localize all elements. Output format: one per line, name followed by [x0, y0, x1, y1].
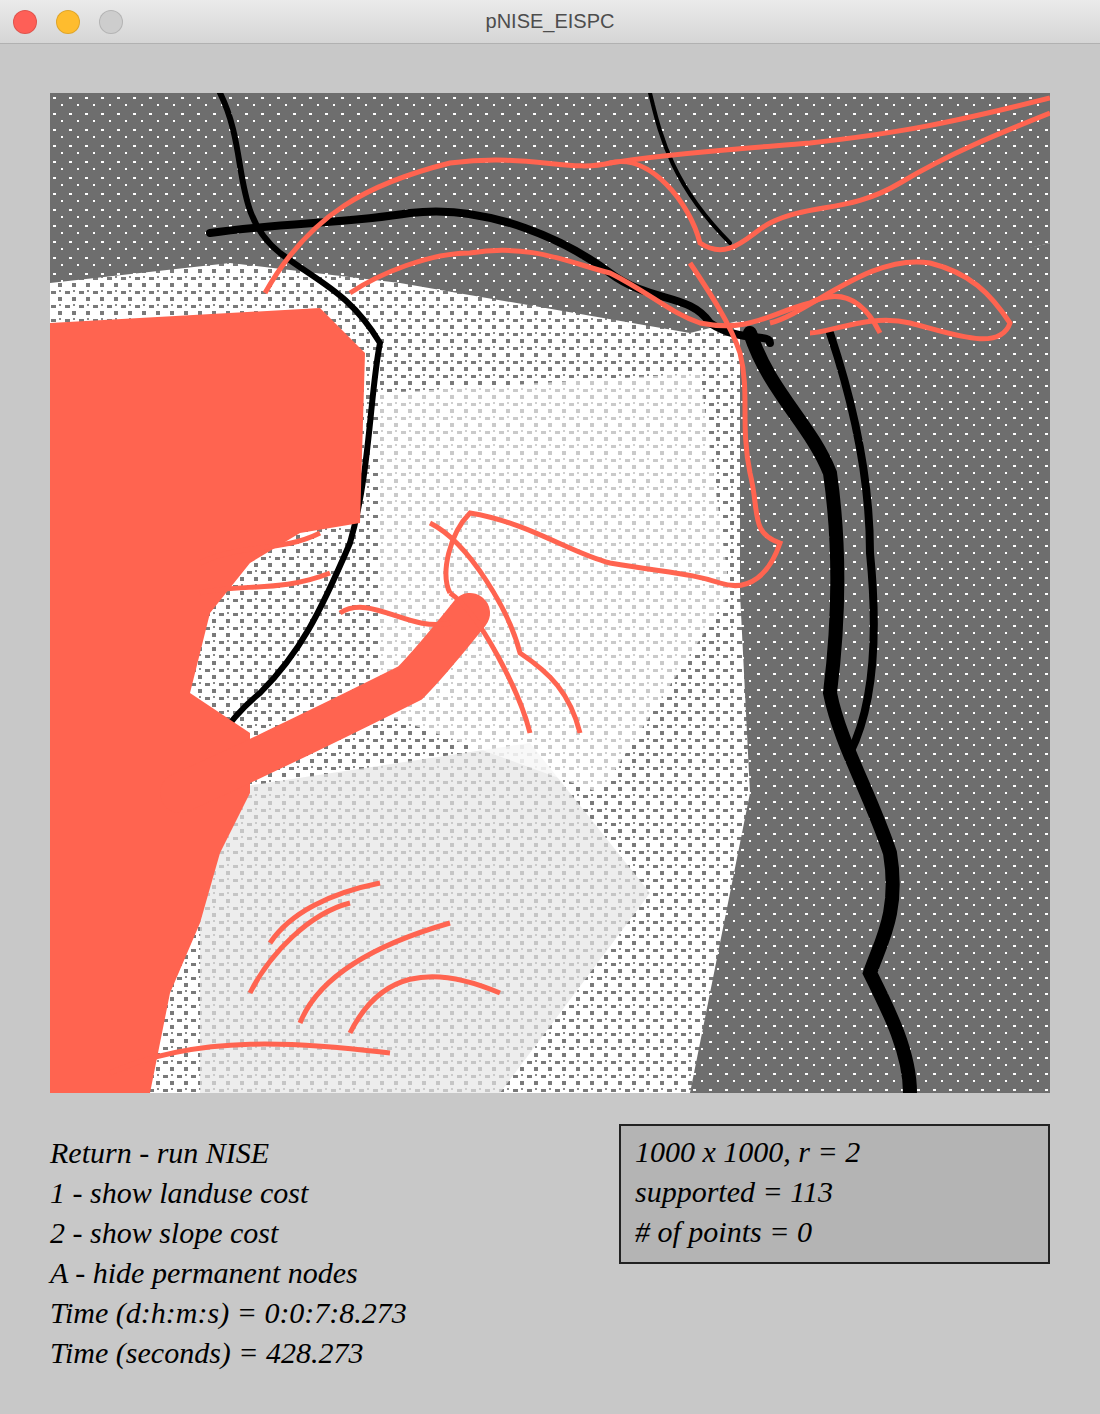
window-title: pNISE_EISPC — [0, 10, 1100, 33]
legend-line: Time (d:h:m:s) = 0:0:7:8.273 — [50, 1293, 407, 1333]
legend-line: 2 - show slope cost — [50, 1213, 407, 1253]
title-bar: pNISE_EISPC — [0, 0, 1100, 44]
landuse-ground — [50, 93, 1050, 1093]
close-button[interactable] — [13, 10, 37, 34]
info-line: # of points = 0 — [635, 1212, 1034, 1252]
window-controls — [0, 10, 123, 34]
info-box: 1000 x 1000, r = 2supported = 113# of po… — [619, 1124, 1050, 1264]
lowland-region — [380, 373, 730, 793]
app-window: pNISE_EISPC Return - run NISE1 - show la… — [0, 0, 1100, 1414]
legend-line: A - hide permanent nodes — [50, 1253, 407, 1293]
minimize-button[interactable] — [56, 10, 80, 34]
cost-map[interactable] — [50, 93, 1050, 1093]
content: Return - run NISE1 - show landuse cost2 … — [0, 44, 1100, 1373]
lowland-region — [200, 743, 650, 1093]
legend-line: Return - run NISE — [50, 1133, 407, 1173]
zoom-button[interactable] — [99, 10, 123, 34]
key-legend: Return - run NISE1 - show landuse cost2 … — [50, 1133, 407, 1373]
legend-line: Time (seconds) = 428.273 — [50, 1333, 407, 1373]
paths-overlay — [50, 98, 1050, 1093]
legend-line: 1 - show landuse cost — [50, 1173, 407, 1213]
rivers — [90, 93, 910, 1093]
bottom-panel: Return - run NISE1 - show landuse cost2 … — [50, 1093, 1050, 1373]
info-line: supported = 113 — [635, 1172, 1034, 1212]
info-line: 1000 x 1000, r = 2 — [635, 1132, 1034, 1172]
